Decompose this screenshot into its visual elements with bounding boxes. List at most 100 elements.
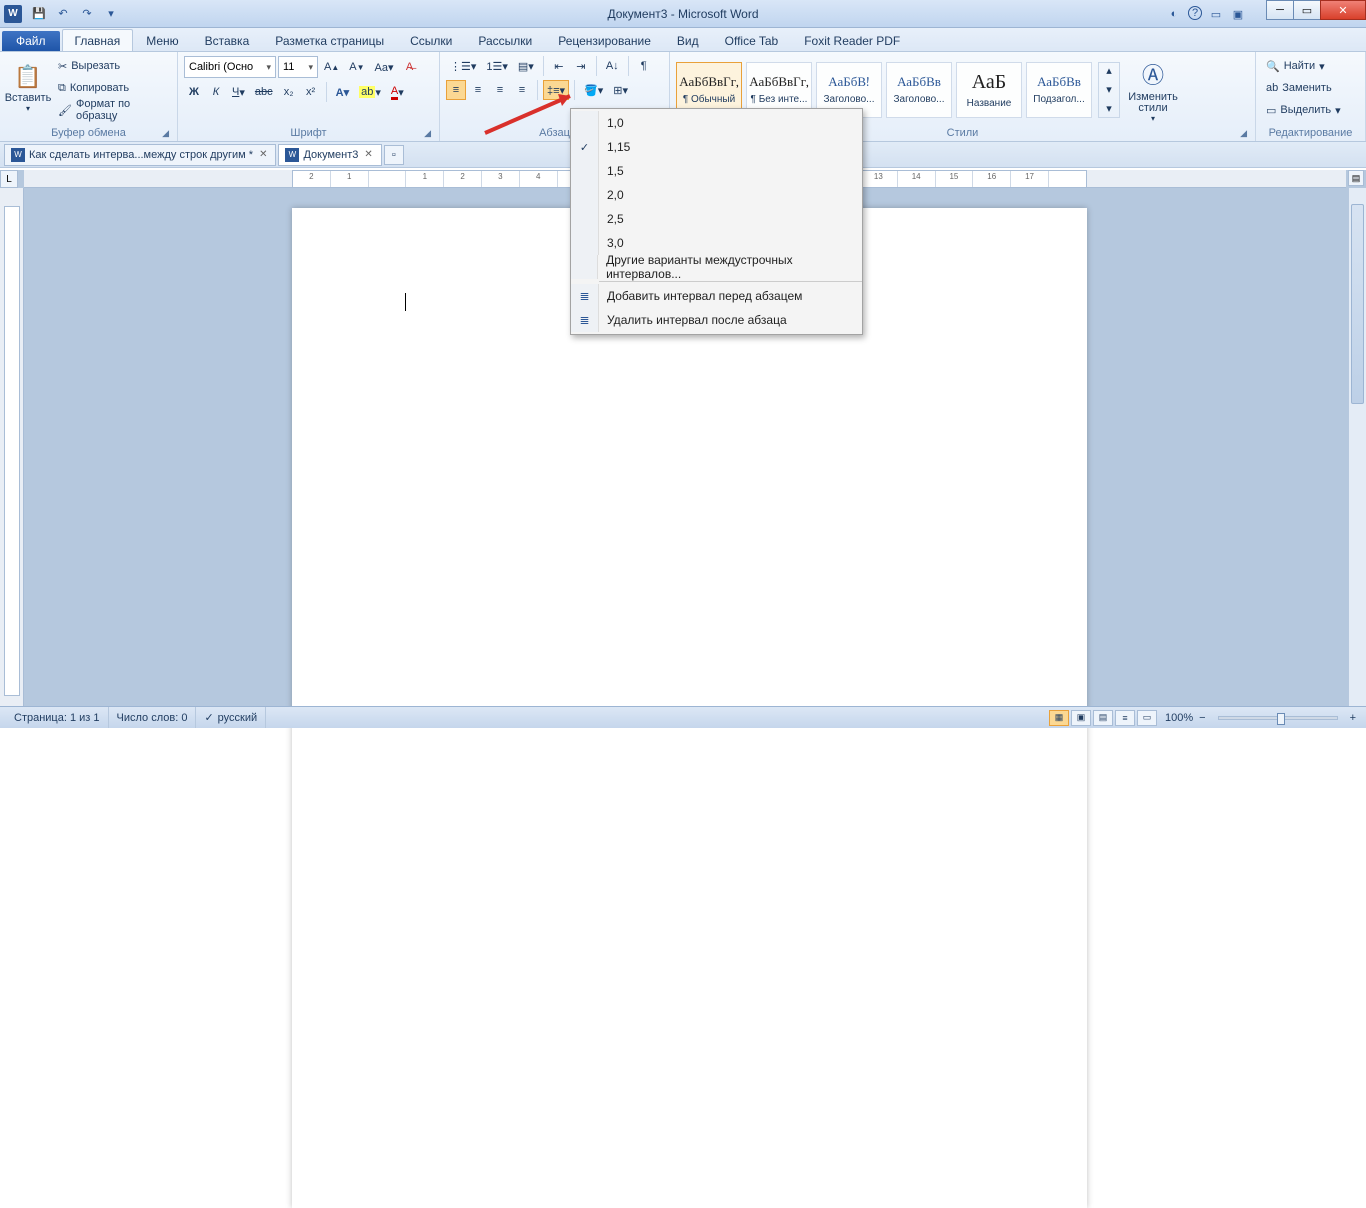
scrollbar-thumb[interactable] [1351, 204, 1364, 404]
close-tab-icon[interactable]: ✕ [257, 149, 269, 160]
close-tab-icon[interactable]: ✕ [362, 149, 374, 160]
zoom-slider[interactable] [1218, 716, 1338, 720]
strikethrough-button[interactable]: abc [251, 82, 277, 102]
styles-row-up-icon[interactable]: ▴ [1099, 63, 1119, 80]
spacing-options[interactable]: Другие варианты междустрочных интервалов… [571, 255, 862, 279]
document-tab-2[interactable]: W Документ3 ✕ [278, 144, 381, 166]
zoom-level[interactable]: 100% [1165, 712, 1193, 724]
tab-home[interactable]: Главная [62, 29, 134, 51]
qat-customize-icon[interactable]: ▾ [100, 3, 122, 25]
tab-review[interactable]: Рецензирование [545, 29, 664, 51]
ribbon-minimize-icon[interactable]: ▭ [1208, 6, 1224, 22]
styles-row-down-icon[interactable]: ▾ [1099, 81, 1119, 98]
tab-insert[interactable]: Вставка [192, 29, 263, 51]
decrease-indent-button[interactable]: ⇤ [549, 56, 569, 76]
tab-menu[interactable]: Меню [133, 29, 191, 51]
spacing-2-0[interactable]: 2,0 [571, 183, 862, 207]
spacing-1-0[interactable]: 1,0 [571, 111, 862, 135]
grow-font-button[interactable]: A▲ [320, 57, 343, 77]
view-print-layout-icon[interactable]: ▦ [1049, 710, 1069, 726]
spacing-3-0[interactable]: 3,0 [571, 231, 862, 255]
status-words[interactable]: Число слов: 0 [109, 707, 197, 728]
tab-page-layout[interactable]: Разметка страницы [262, 29, 397, 51]
highlight-button[interactable]: ab▾ [355, 82, 385, 102]
tab-office-tab[interactable]: Office Tab [712, 29, 792, 51]
tab-mailings[interactable]: Рассылки [465, 29, 545, 51]
view-full-screen-icon[interactable]: ▣ [1071, 710, 1091, 726]
style-item[interactable]: АаБбВвЗаголово... [886, 62, 952, 118]
view-web-icon[interactable]: ▤ [1093, 710, 1113, 726]
zoom-in-button[interactable]: + [1346, 712, 1360, 724]
tab-selector[interactable]: L [0, 170, 18, 188]
tab-references[interactable]: Ссылки [397, 29, 465, 51]
word-app-icon[interactable]: W [4, 5, 22, 23]
ruler-toggle-icon[interactable]: ▤ [1348, 170, 1364, 186]
spacing-1-5[interactable]: 1,5 [571, 159, 862, 183]
add-space-before[interactable]: ≣Добавить интервал перед абзацем [571, 284, 862, 308]
clipboard-launcher-icon[interactable]: ◢ [162, 128, 169, 139]
ribbon-restore-icon[interactable]: ▣ [1230, 6, 1246, 22]
bold-button[interactable]: Ж [184, 82, 204, 102]
save-icon[interactable]: 💾 [28, 3, 50, 25]
minimize-button[interactable]: ─ [1266, 0, 1294, 20]
maximize-button[interactable]: ▭ [1293, 0, 1321, 20]
new-tab-icon[interactable]: ▫ [384, 145, 404, 165]
remove-space-after[interactable]: ≣Удалить интервал после абзаца [571, 308, 862, 332]
styles-launcher-icon[interactable]: ◢ [1240, 128, 1247, 139]
tab-foxit[interactable]: Foxit Reader PDF [791, 29, 913, 51]
replace-button[interactable]: abЗаменить [1262, 78, 1352, 98]
style-item[interactable]: АаБбВвПодзагол... [1026, 62, 1092, 118]
font-launcher-icon[interactable]: ◢ [424, 128, 431, 139]
borders-button[interactable]: ⊞▾ [609, 80, 632, 100]
find-button[interactable]: 🔍Найти ▾ [1262, 56, 1352, 76]
help-icon[interactable]: ◐ [1166, 6, 1182, 22]
change-case-button[interactable]: Aa▾ [371, 57, 398, 77]
vertical-ruler[interactable] [0, 188, 24, 706]
style-item[interactable]: АаБНазвание [956, 62, 1022, 118]
tab-view[interactable]: Вид [664, 29, 712, 51]
file-tab[interactable]: Файл [2, 31, 60, 51]
align-left-button[interactable]: ≡ [446, 80, 466, 100]
status-page[interactable]: Страница: 1 из 1 [6, 707, 109, 728]
bullets-button[interactable]: ⋮☰▾ [446, 56, 480, 76]
numbering-button[interactable]: 1☰▾ [482, 56, 512, 76]
paste-button[interactable]: 📋 Вставить ▾ [6, 54, 50, 120]
increase-indent-button[interactable]: ⇥ [571, 56, 591, 76]
font-color-button[interactable]: A▾ [387, 82, 408, 102]
clipboard-group-label: Буфер обмена◢ [6, 125, 171, 141]
spacing-1-15[interactable]: ✓1,15 [571, 135, 862, 159]
view-outline-icon[interactable]: ≡ [1115, 710, 1135, 726]
zoom-knob[interactable] [1277, 713, 1285, 725]
redo-icon[interactable]: ↷ [76, 3, 98, 25]
close-button[interactable]: ✕ [1320, 0, 1366, 20]
cut-button[interactable]: ✂Вырезать [54, 56, 174, 76]
undo-icon[interactable]: ↶ [52, 3, 74, 25]
document-tab-1[interactable]: W Как сделать интерва...между строк друг… [4, 144, 276, 166]
italic-button[interactable]: К [206, 82, 226, 102]
show-marks-button[interactable]: ¶ [634, 56, 654, 76]
clear-formatting-button[interactable]: A̶ [400, 57, 420, 77]
styles-more-icon[interactable]: ▾ [1099, 100, 1119, 117]
multilevel-button[interactable]: ▤▾ [514, 56, 538, 76]
status-language[interactable]: ✓русский [196, 707, 266, 728]
format-painter-button[interactable]: 🖌Формат по образцу [54, 100, 174, 120]
vertical-scrollbar[interactable] [1348, 188, 1366, 706]
copy-button[interactable]: ⧉Копировать [54, 78, 174, 98]
paste-icon: 📋 [14, 64, 41, 90]
window-controls: ─ ▭ ✕ [1267, 0, 1366, 20]
font-size-combo[interactable]: 11 [278, 56, 318, 78]
zoom-out-button[interactable]: − [1195, 712, 1209, 724]
view-draft-icon[interactable]: ▭ [1137, 710, 1157, 726]
help-question-icon[interactable]: ? [1188, 6, 1202, 20]
separator [543, 56, 544, 76]
shrink-font-button[interactable]: A▼ [345, 57, 368, 77]
subscript-button[interactable]: x₂ [279, 82, 299, 102]
spacing-2-5[interactable]: 2,5 [571, 207, 862, 231]
change-styles-button[interactable]: Ⓐ Изменить стили ▾ [1124, 57, 1182, 123]
select-button[interactable]: ▭Выделить ▾ [1262, 100, 1352, 120]
superscript-button[interactable]: x² [301, 82, 321, 102]
sort-button[interactable]: A↓ [602, 56, 623, 76]
text-effects-button[interactable]: A▾ [332, 82, 353, 102]
underline-button[interactable]: Ч▾ [228, 82, 249, 102]
font-name-combo[interactable]: Calibri (Осно [184, 56, 276, 78]
